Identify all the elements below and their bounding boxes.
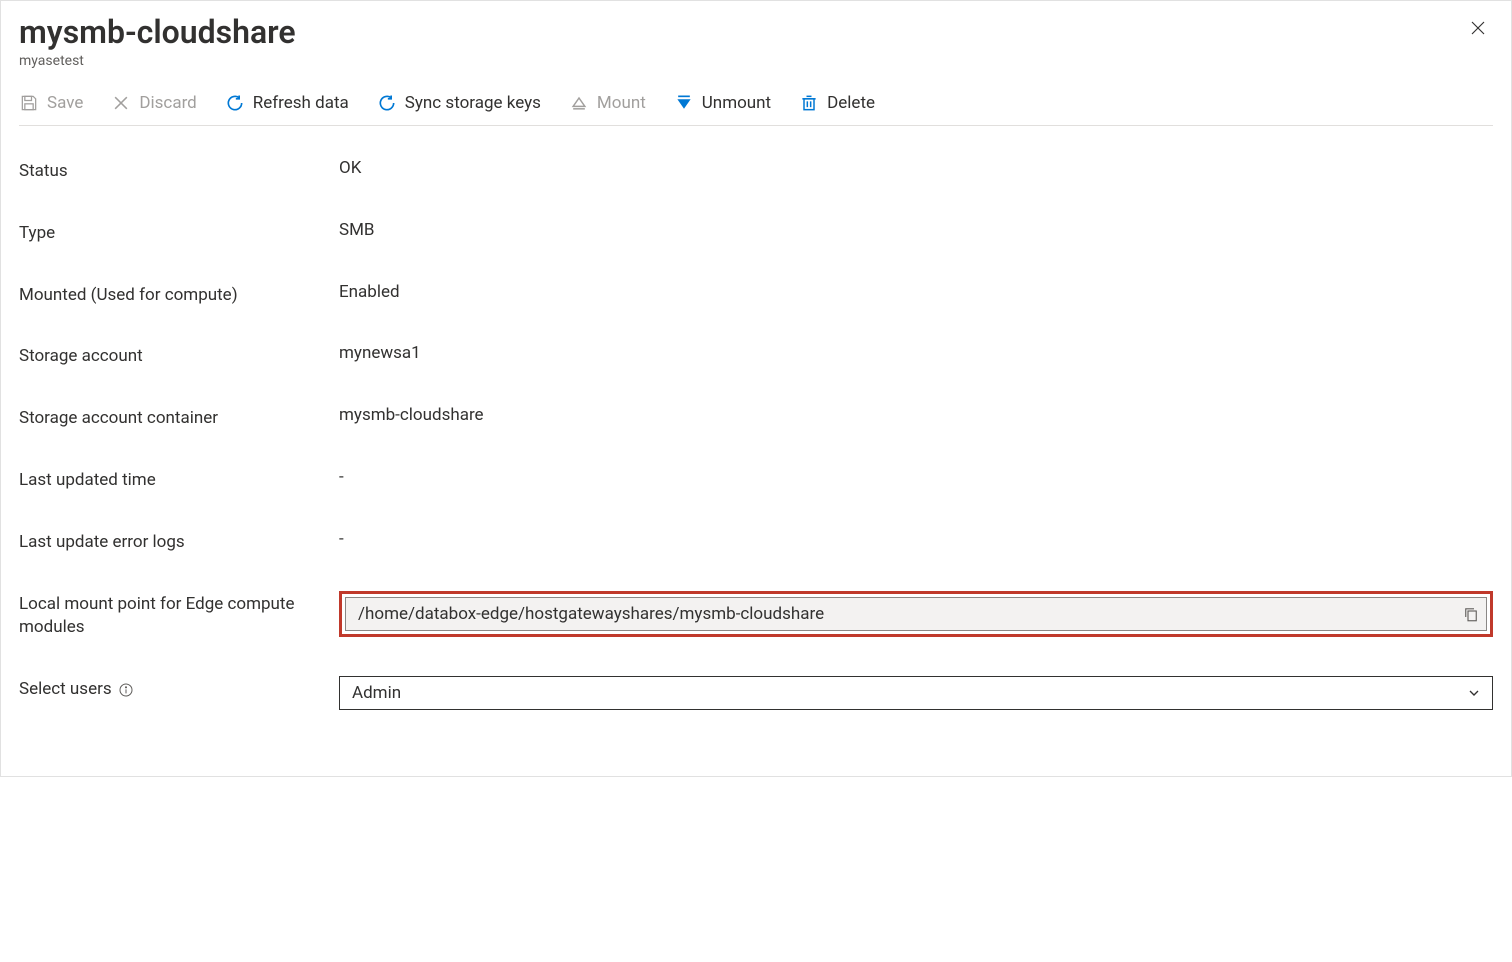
chevron-down-icon xyxy=(1466,685,1482,701)
mount-point-highlight: /home/databox-edge/hostgatewayshares/mys… xyxy=(339,591,1493,637)
select-users-value: Admin xyxy=(352,683,1466,703)
sync-icon xyxy=(377,93,397,113)
info-icon[interactable] xyxy=(118,682,134,698)
status-row: Status OK xyxy=(19,158,1493,184)
close-button[interactable] xyxy=(1463,13,1493,46)
type-row: Type SMB xyxy=(19,220,1493,246)
container-label: Storage account container xyxy=(19,405,339,431)
mounted-label: Mounted (Used for compute) xyxy=(19,282,339,308)
last-updated-value: - xyxy=(339,467,1493,487)
mount-point-value: /home/databox-edge/hostgatewayshares/mys… xyxy=(358,604,1462,624)
select-users-row: Select users Admin xyxy=(19,676,1493,710)
delete-icon xyxy=(799,93,819,113)
unmount-icon xyxy=(674,93,694,113)
discard-icon xyxy=(111,93,131,113)
discard-label: Discard xyxy=(139,93,196,113)
storage-account-value: mynewsa1 xyxy=(339,343,1493,363)
save-label: Save xyxy=(47,93,83,113)
mounted-row: Mounted (Used for compute) Enabled xyxy=(19,282,1493,308)
refresh-icon xyxy=(225,93,245,113)
mount-point-input[interactable]: /home/databox-edge/hostgatewayshares/mys… xyxy=(345,597,1487,631)
unmount-button[interactable]: Unmount xyxy=(674,91,771,115)
error-logs-value: - xyxy=(339,529,1493,549)
mount-point-label: Local mount point for Edge compute modul… xyxy=(19,591,339,641)
last-updated-label: Last updated time xyxy=(19,467,339,493)
last-updated-row: Last updated time - xyxy=(19,467,1493,493)
refresh-label: Refresh data xyxy=(253,93,349,113)
type-value: SMB xyxy=(339,220,1493,240)
mount-point-row: Local mount point for Edge compute modul… xyxy=(19,591,1493,641)
error-logs-label: Last update error logs xyxy=(19,529,339,555)
storage-account-row: Storage account mynewsa1 xyxy=(19,343,1493,369)
mount-label: Mount xyxy=(597,93,646,113)
toolbar: Save Discard Refresh data Sync storage k… xyxy=(19,91,1493,126)
container-row: Storage account container mysmb-cloudsha… xyxy=(19,405,1493,431)
resource-subtitle: myasetest xyxy=(19,53,296,69)
error-logs-row: Last update error logs - xyxy=(19,529,1493,555)
delete-button[interactable]: Delete xyxy=(799,91,875,115)
save-icon xyxy=(19,93,39,113)
unmount-label: Unmount xyxy=(702,93,771,113)
type-label: Type xyxy=(19,220,339,246)
copy-icon[interactable] xyxy=(1462,605,1480,623)
select-users-dropdown[interactable]: Admin xyxy=(339,676,1493,710)
container-value: mysmb-cloudshare xyxy=(339,405,1493,425)
mount-button: Mount xyxy=(569,91,646,115)
mount-icon xyxy=(569,93,589,113)
page-title: mysmb-cloudshare xyxy=(19,13,296,51)
save-button: Save xyxy=(19,91,83,115)
status-label: Status xyxy=(19,158,339,184)
sync-button[interactable]: Sync storage keys xyxy=(377,91,541,115)
sync-label: Sync storage keys xyxy=(405,93,541,113)
fields-section: Status OK Type SMB Mounted (Used for com… xyxy=(19,158,1493,710)
storage-account-label: Storage account xyxy=(19,343,339,369)
refresh-button[interactable]: Refresh data xyxy=(225,91,349,115)
discard-button: Discard xyxy=(111,91,196,115)
mounted-value: Enabled xyxy=(339,282,1493,302)
share-detail-panel: mysmb-cloudshare myasetest Save Discard xyxy=(0,0,1512,777)
status-value: OK xyxy=(339,158,1493,178)
delete-label: Delete xyxy=(827,93,875,113)
select-users-label: Select users xyxy=(19,676,339,702)
close-icon xyxy=(1469,25,1487,40)
